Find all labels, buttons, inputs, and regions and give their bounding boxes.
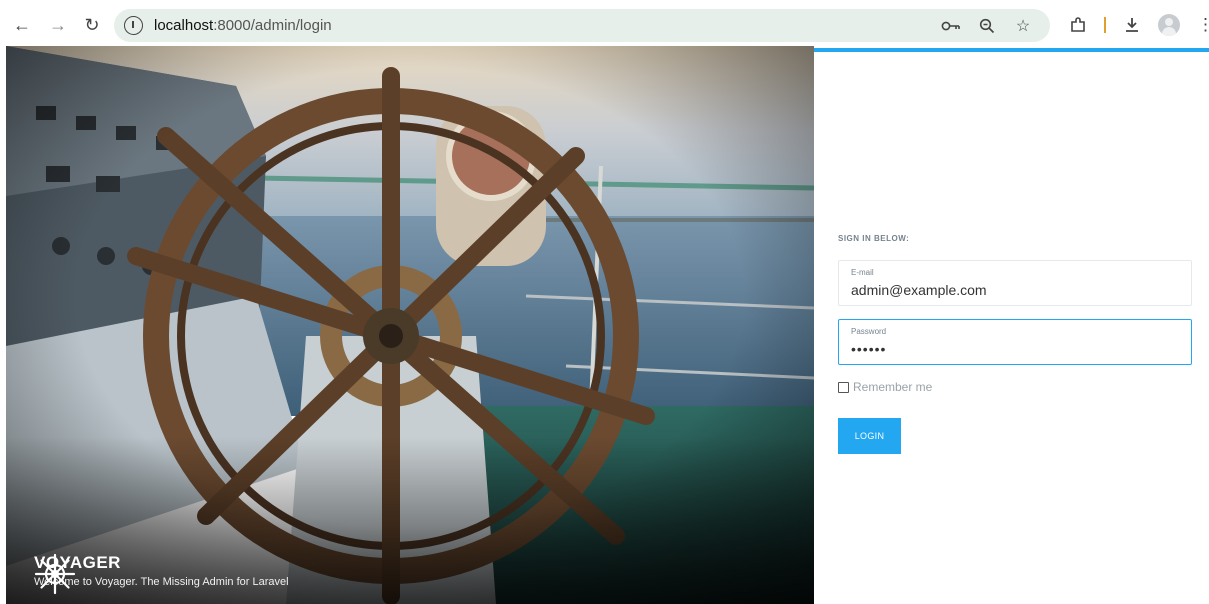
- password-input[interactable]: ••••••: [851, 341, 1181, 357]
- login-button[interactable]: LOGIN: [838, 418, 901, 454]
- hero-background-image: VOYAGER Welcome to Voyager. The Missing …: [6, 46, 814, 604]
- toolbar-separator: [1104, 17, 1106, 33]
- voyager-brand: VOYAGER Welcome to Voyager. The Missing …: [34, 553, 289, 595]
- signin-heading: SIGN IN BELOW:: [838, 234, 910, 243]
- ship-wheel-logo-icon: [34, 553, 76, 595]
- profile-avatar-icon[interactable]: [1157, 14, 1180, 36]
- password-field[interactable]: Password ••••••: [838, 319, 1192, 365]
- email-input[interactable]: [851, 282, 1181, 298]
- reload-icon[interactable]: ↻: [80, 13, 104, 37]
- download-icon[interactable]: [1120, 13, 1144, 37]
- email-field[interactable]: E-mail: [838, 260, 1192, 306]
- address-bar[interactable]: localhost:8000/admin/login ☆: [114, 9, 1050, 42]
- url-text[interactable]: localhost:8000/admin/login: [154, 17, 332, 34]
- browser-toolbar: ← → ↻ localhost:8000/admin/login ☆ ⋮: [0, 0, 1209, 52]
- url-host: localhost: [154, 17, 214, 34]
- forward-arrow-icon[interactable]: →: [46, 13, 70, 37]
- extensions-icon[interactable]: [1066, 13, 1090, 37]
- key-icon[interactable]: [940, 15, 962, 37]
- remember-me-label[interactable]: Remember me: [853, 380, 932, 394]
- password-label: Password: [851, 327, 887, 336]
- zoom-icon[interactable]: [976, 15, 998, 37]
- url-path: :8000/admin/login: [213, 17, 332, 34]
- menu-kebab-icon[interactable]: ⋮: [1194, 13, 1209, 37]
- accent-bar: [814, 48, 1209, 52]
- bookmark-star-icon[interactable]: ☆: [1012, 15, 1034, 37]
- email-label: E-mail: [851, 268, 874, 277]
- remember-me[interactable]: Remember me: [838, 380, 1192, 394]
- site-info-icon[interactable]: [124, 16, 143, 35]
- back-arrow-icon[interactable]: ←: [10, 13, 34, 37]
- login-form: SIGN IN BELOW: E-mail Password •••••• Re…: [838, 234, 1192, 454]
- ship-wheel-illustration: [6, 46, 814, 604]
- remember-me-checkbox[interactable]: [838, 381, 849, 393]
